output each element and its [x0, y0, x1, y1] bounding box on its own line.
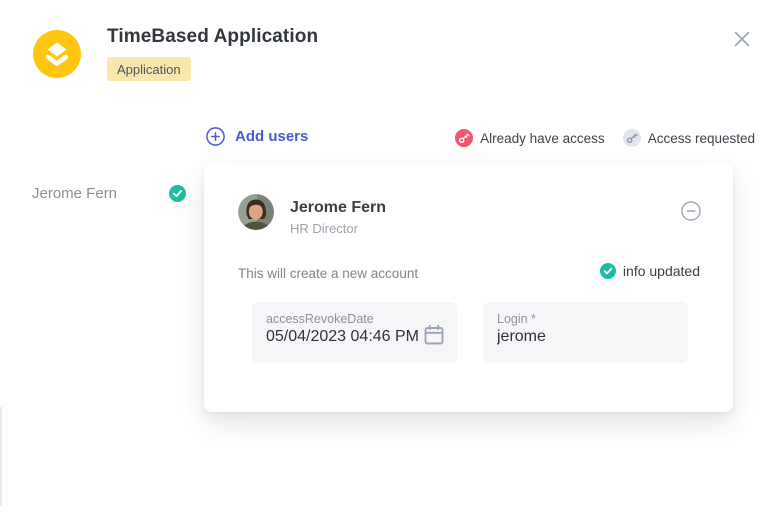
- login-input[interactable]: [497, 328, 652, 346]
- calendar-icon[interactable]: [422, 323, 446, 347]
- avatar: [238, 194, 274, 230]
- user-list-name: Jerome Fern: [32, 185, 117, 202]
- access-revoke-date-field[interactable]: accessRevokeDate: [252, 302, 457, 363]
- legend-access-requested: Access requested: [623, 129, 755, 147]
- check-circle-icon: [600, 263, 616, 279]
- add-users-button[interactable]: Add users: [206, 127, 308, 146]
- key-circle-icon: [455, 129, 473, 147]
- minus-circle-icon[interactable]: [681, 201, 701, 221]
- info-updated-status: info updated: [600, 263, 700, 279]
- card-user-role: HR Director: [290, 221, 358, 236]
- application-access-modal: TimeBased Application Application Add us…: [0, 0, 763, 526]
- app-logo-layers-icon: [33, 30, 81, 78]
- card-user-name: Jerome Fern: [290, 199, 386, 217]
- plus-circle-icon: [206, 127, 225, 146]
- legend-label: Already have access: [480, 131, 605, 146]
- user-list-item[interactable]: Jerome Fern: [32, 185, 186, 202]
- access-revoke-date-input[interactable]: [266, 328, 421, 346]
- application-type-badge: Application: [107, 57, 191, 81]
- add-users-label: Add users: [235, 128, 308, 145]
- login-field[interactable]: Login *: [483, 302, 688, 363]
- legend-label: Access requested: [648, 131, 755, 146]
- check-circle-icon: [169, 185, 186, 202]
- page-title: TimeBased Application: [107, 25, 318, 49]
- legend-already-have-access: Already have access: [455, 129, 605, 147]
- user-card: Jerome Fern HR Director This will create…: [204, 163, 733, 412]
- status-label: info updated: [623, 263, 700, 279]
- close-icon[interactable]: [731, 28, 753, 50]
- access-legend: Already have access Access requested: [455, 129, 755, 147]
- key-circle-icon: [623, 129, 641, 147]
- login-label: Login *: [497, 312, 674, 326]
- access-revoke-date-label: accessRevokeDate: [266, 312, 443, 326]
- left-edge-divider: [0, 407, 2, 506]
- new-account-note: This will create a new account: [238, 266, 418, 281]
